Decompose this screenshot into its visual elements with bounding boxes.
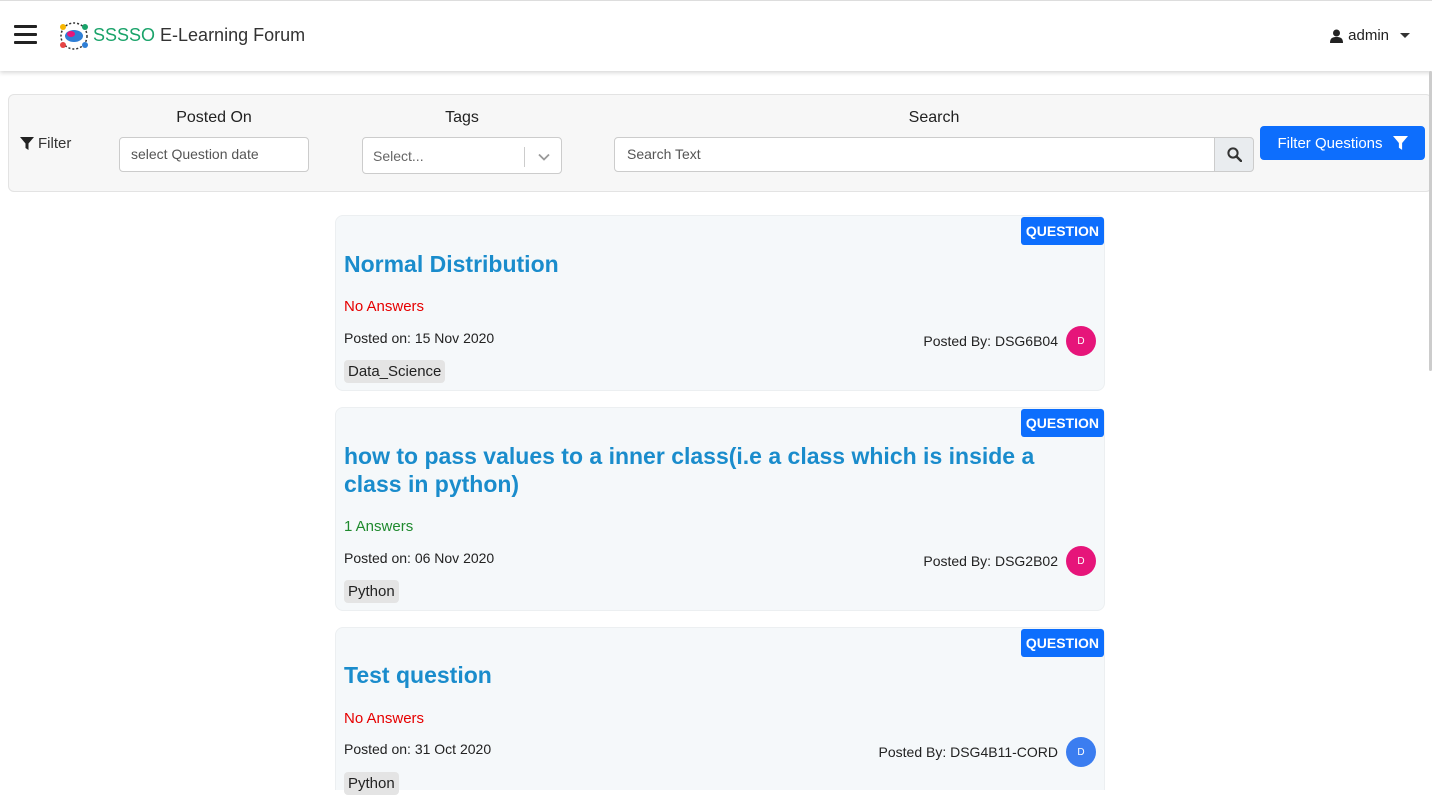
forum-logo-icon[interactable] — [58, 21, 90, 51]
search-input[interactable]: Search Text — [614, 137, 1215, 172]
question-card[interactable]: QUESTION Test question No Answers Posted… — [335, 627, 1105, 795]
question-badge: QUESTION — [1020, 629, 1104, 657]
user-dropdown[interactable]: admin — [1330, 27, 1410, 44]
answers-count: 1 Answers — [344, 518, 414, 535]
avatar: D — [1066, 546, 1096, 576]
select-separator — [524, 147, 525, 167]
question-title[interactable]: Test question — [344, 661, 1074, 689]
user-icon — [1330, 29, 1344, 43]
posted-by: Posted By: DSG6B04 — [923, 333, 1058, 349]
hamburger-menu-icon[interactable] — [14, 25, 37, 45]
filter-icon — [1392, 135, 1408, 150]
question-badge: QUESTION — [1020, 217, 1104, 245]
search-label: Search — [908, 109, 960, 126]
tag-chip[interactable]: Python — [344, 772, 399, 795]
posted-on-label: Posted On — [176, 109, 252, 126]
chevron-down-icon[interactable] — [537, 150, 551, 164]
tags-label: Tags — [445, 109, 479, 126]
answers-count: No Answers — [344, 710, 425, 727]
tags-select[interactable]: Select... — [362, 137, 562, 174]
search-button[interactable] — [1214, 137, 1254, 172]
top-navbar: SSSSO E-Learning Forum admin — [0, 0, 1432, 71]
filter-bar: Filter Posted On select Question date Ta… — [8, 94, 1432, 192]
chevron-down-icon — [1400, 33, 1410, 38]
filter-questions-button[interactable]: Filter Questions — [1260, 126, 1425, 160]
posted-on-date: Posted on: 15 Nov 2020 — [344, 330, 495, 346]
search-icon — [1226, 147, 1242, 162]
question-card[interactable]: QUESTION Normal Distribution No Answers … — [335, 215, 1105, 391]
posted-on-date: Posted on: 31 Oct 2020 — [344, 741, 492, 757]
posted-by: Posted By: DSG4B11-CORD — [878, 744, 1058, 760]
posted-on-date: Posted on: 06 Nov 2020 — [344, 550, 495, 566]
filter-heading: Filter — [20, 135, 71, 152]
filter-label: Filter — [38, 135, 72, 152]
question-title[interactable]: Normal Distribution — [344, 250, 1074, 278]
avatar: D — [1066, 737, 1096, 767]
tag-chip[interactable]: Python — [344, 580, 399, 603]
brand-subtitle: E-Learning Forum — [155, 25, 306, 45]
brand-title[interactable]: SSSSO E-Learning Forum — [93, 25, 305, 46]
username: admin — [1348, 27, 1389, 44]
question-date-input[interactable]: select Question date — [119, 137, 309, 172]
filter-icon — [20, 136, 34, 150]
answers-count: No Answers — [344, 298, 425, 315]
question-title[interactable]: how to pass values to a inner class(i.e … — [344, 442, 1074, 498]
tag-chip[interactable]: Data_Science — [344, 360, 446, 383]
filter-questions-label: Filter Questions — [1277, 134, 1383, 152]
question-badge: QUESTION — [1020, 409, 1104, 437]
question-card[interactable]: QUESTION how to pass values to a inner c… — [335, 407, 1105, 611]
tags-placeholder: Select... — [373, 148, 424, 164]
posted-by: Posted By: DSG2B02 — [923, 553, 1058, 569]
avatar: D — [1066, 326, 1096, 356]
brand-name: SSSSO — [93, 25, 156, 45]
